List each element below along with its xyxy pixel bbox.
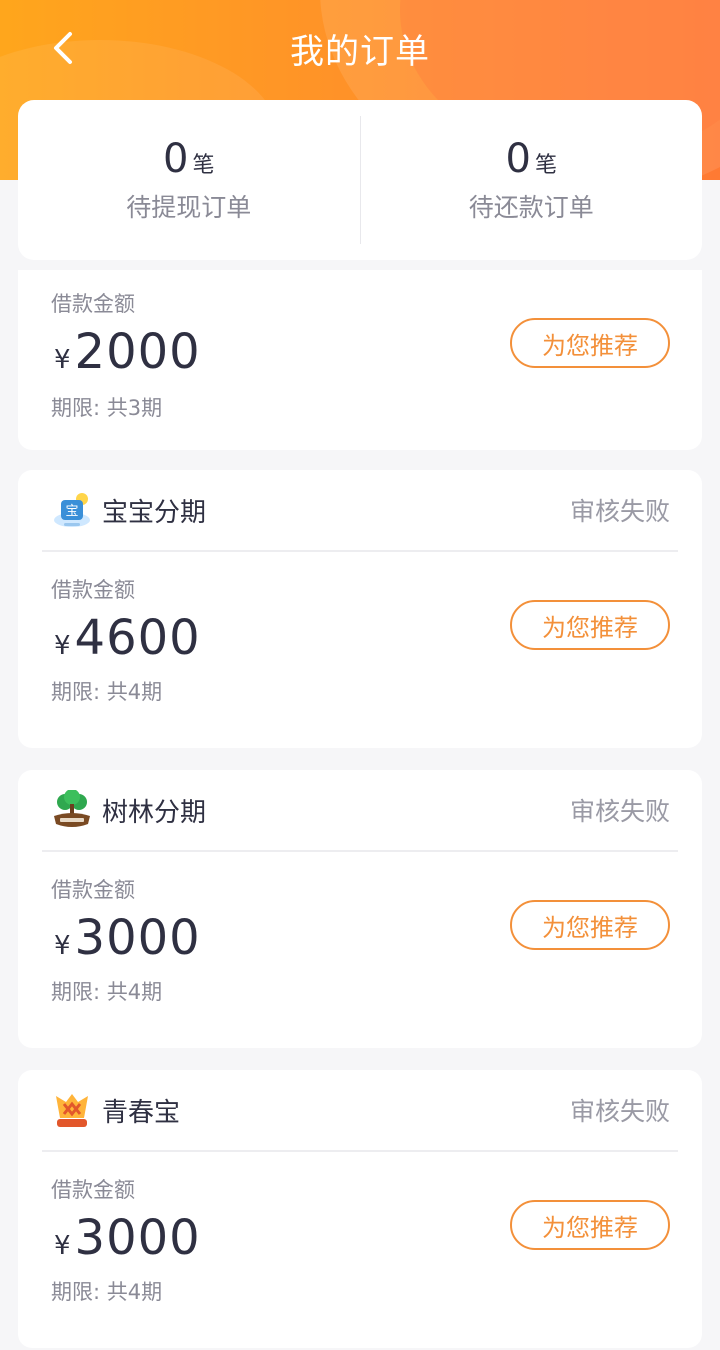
- order-status: 审核失败: [569, 1097, 670, 1126]
- loan-term: 期限: 共4期: [51, 980, 163, 1004]
- pending-repay-unit: 笔: [534, 153, 557, 178]
- app-name: 宝宝分期: [102, 498, 207, 528]
- recommend-button[interactable]: 为您推荐: [510, 600, 670, 650]
- loan-amount: ¥ 3000: [54, 910, 201, 966]
- baby-app-logo-icon: 宝: [54, 493, 90, 527]
- pending-withdraw-count: 0: [163, 136, 189, 182]
- app-name: 树林分期: [102, 798, 207, 828]
- order-card-header: 青春宝 审核失败: [42, 1070, 678, 1152]
- svg-text:宝: 宝: [65, 504, 78, 519]
- youth-app-logo-icon: [56, 1094, 88, 1127]
- order-status: 审核失败: [569, 497, 670, 526]
- recommend-button[interactable]: 为您推荐: [510, 900, 670, 950]
- loan-amount-label: 借款金额: [51, 1178, 135, 1202]
- pending-withdraw-label: 待提现订单: [126, 193, 252, 222]
- pending-repay-label: 待还款订单: [468, 193, 594, 222]
- app-name: 青春宝: [102, 1098, 181, 1128]
- loan-amount: ¥ 2000: [54, 324, 201, 380]
- currency-symbol: ¥: [54, 345, 71, 375]
- loan-amount-value: 4600: [74, 610, 201, 666]
- loan-amount-label: 借款金额: [51, 578, 135, 602]
- order-card-header: 树林分期 审核失败: [42, 770, 678, 852]
- tree-app-logo-icon: [54, 790, 90, 827]
- order-card: 借款金额 ¥ 2000 期限: 共3期 为您推荐: [18, 270, 702, 450]
- loan-term: 期限: 共4期: [51, 1280, 163, 1304]
- currency-symbol: ¥: [54, 631, 71, 661]
- loan-amount-value: 3000: [74, 910, 201, 966]
- page-title: 我的订单: [290, 32, 430, 72]
- recommend-button[interactable]: 为您推荐: [510, 318, 670, 368]
- order-card: 宝 宝宝分期 审核失败 借款金额 ¥ 4600 期限: 共4期 为您推荐: [18, 470, 702, 748]
- order-summary-card: 0 笔 待提现订单 0 笔 待还款订单: [18, 100, 702, 260]
- loan-amount-label: 借款金额: [51, 878, 135, 902]
- loan-amount-value: 2000: [74, 324, 201, 380]
- pending-withdraw-summary[interactable]: 0 笔 待提现订单: [18, 100, 360, 260]
- loan-term: 期限: 共3期: [51, 396, 163, 420]
- order-card: 树林分期 审核失败 借款金额 ¥ 3000 期限: 共4期 为您推荐: [18, 770, 702, 1048]
- order-status: 审核失败: [569, 797, 670, 826]
- order-card-header: 宝 宝宝分期 审核失败: [42, 470, 678, 552]
- currency-symbol: ¥: [54, 931, 71, 961]
- loan-amount: ¥ 4600: [54, 610, 201, 666]
- pending-repay-summary[interactable]: 0 笔 待还款订单: [361, 100, 703, 260]
- pending-withdraw-unit: 笔: [192, 153, 215, 178]
- recommend-button[interactable]: 为您推荐: [510, 1200, 670, 1250]
- currency-symbol: ¥: [54, 1231, 71, 1261]
- loan-amount-label: 借款金额: [51, 292, 135, 316]
- order-card: 青春宝 审核失败 借款金额 ¥ 3000 期限: 共4期 为您推荐: [18, 1070, 702, 1348]
- pending-repay-count: 0: [505, 136, 531, 182]
- loan-amount: ¥ 3000: [54, 1210, 201, 1266]
- loan-amount-value: 3000: [74, 1210, 201, 1266]
- loan-term: 期限: 共4期: [51, 680, 163, 704]
